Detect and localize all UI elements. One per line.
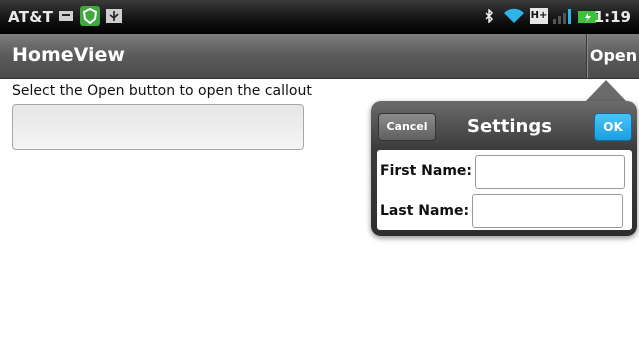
hplus-network-icon: H+ <box>530 8 548 24</box>
status-clock: 1:19 <box>593 8 631 26</box>
header-divider <box>586 34 587 78</box>
notification-icon <box>59 11 73 21</box>
app-header: HomeView Open <box>0 34 639 79</box>
ok-button[interactable]: OK <box>594 113 632 141</box>
page-title: HomeView <box>12 44 125 66</box>
signal-icon <box>553 9 571 24</box>
usb-icon <box>106 9 122 23</box>
carrier-label: AT&T <box>8 8 54 26</box>
status-bar: AT&T H+ 1:19 <box>0 0 639 34</box>
last-name-label: Last Name: <box>380 203 470 219</box>
main-text-input[interactable] <box>12 104 304 150</box>
settings-callout: Cancel Settings OK First Name: Last Name… <box>371 101 637 236</box>
wifi-icon <box>504 8 524 23</box>
instructions-text: Select the Open button to open the callo… <box>12 83 312 99</box>
open-button[interactable]: Open <box>588 34 639 78</box>
shield-icon <box>80 6 100 26</box>
last-name-field[interactable] <box>472 194 623 228</box>
callout-arrow <box>585 80 627 102</box>
cancel-button[interactable]: Cancel <box>378 113 436 141</box>
first-name-label: First Name: <box>380 163 473 179</box>
bluetooth-icon <box>485 9 494 23</box>
settings-form: First Name: Last Name: <box>377 150 632 230</box>
callout-title: Settings <box>467 116 552 137</box>
first-name-field[interactable] <box>475 155 625 189</box>
